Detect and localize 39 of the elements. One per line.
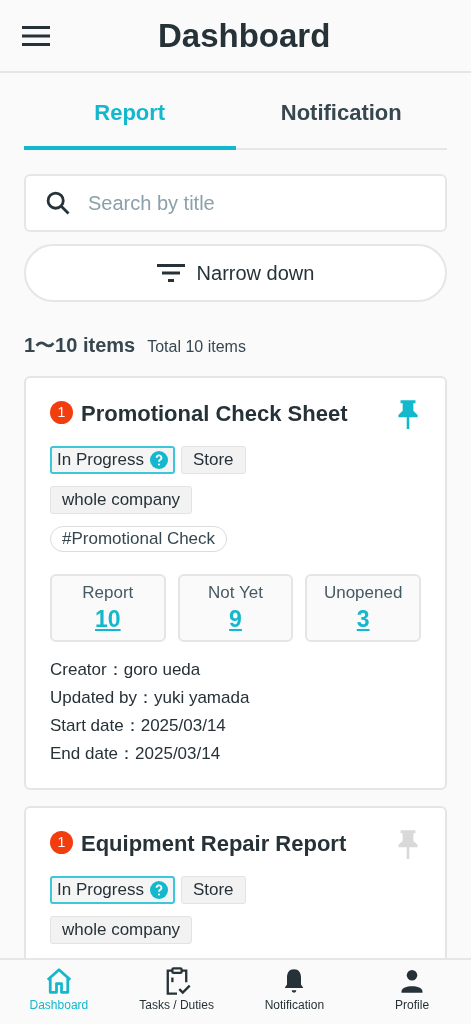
nav-tab[interactable]: Tasks / Duties	[117, 960, 236, 1024]
stat-tile[interactable]: Unopened 3	[305, 574, 421, 642]
page-title: Dashboard	[158, 15, 331, 56]
tag: whole company	[50, 916, 193, 944]
stat-tile[interactable]: Report 10	[50, 574, 166, 642]
status-badge: In Progress	[50, 876, 175, 904]
search-field[interactable]: Search by title	[24, 174, 447, 232]
card-meta: Creator：goro ueda	[50, 659, 202, 681]
pin-icon[interactable]	[395, 398, 421, 430]
count-badge: 1	[50, 831, 73, 854]
menu-icon[interactable]	[22, 24, 50, 47]
nav-tab[interactable]: Notification	[235, 960, 354, 1024]
help-icon[interactable]	[149, 451, 168, 469]
narrow-down-button[interactable]: Narrow down	[24, 244, 447, 302]
stat-label: Not Yet	[208, 582, 263, 604]
tag: whole company	[50, 486, 193, 514]
help-icon[interactable]	[149, 881, 168, 899]
item-total: Total 10 items	[147, 337, 246, 357]
stat-tile[interactable]: Not Yet 9	[177, 574, 294, 642]
count-badge: 1	[50, 401, 73, 424]
card-title: Promotional Check Sheet	[81, 400, 348, 428]
report-card[interactable]: 1 Promotional Check Sheet In Progress Store whole company #Promotional Check Report 10 Not Yet 9 Unopened 3 Creator：goro ueda Updated by：yuki yamada Start date：2025/03/14 End date：2025/03/14	[24, 376, 447, 790]
status-badge: In Progress	[50, 446, 175, 474]
hashtag-chip[interactable]: #Promotional Check	[50, 526, 228, 552]
stat-label: Unopened	[323, 582, 403, 604]
report-card[interactable]: 1 Equipment Repair Report In Progress Store whole company	[24, 806, 447, 958]
pin-icon[interactable]	[395, 828, 421, 860]
tag: Store	[180, 446, 246, 474]
stat-label: Report	[82, 582, 134, 604]
card-meta: Start date：2025/03/14	[50, 715, 227, 737]
card-title: Equipment Repair Report	[81, 830, 347, 858]
card-meta: Updated by：yuki yamada	[50, 687, 251, 709]
nav-tab[interactable]: Profile	[353, 960, 471, 1024]
tag: Store	[180, 876, 246, 904]
filter-icon	[156, 263, 185, 283]
search-icon	[44, 189, 72, 217]
card-meta: End date：2025/03/14	[50, 743, 222, 765]
item-range: 1〜10 items	[24, 333, 136, 358]
tab[interactable]: Notification	[235, 79, 447, 150]
